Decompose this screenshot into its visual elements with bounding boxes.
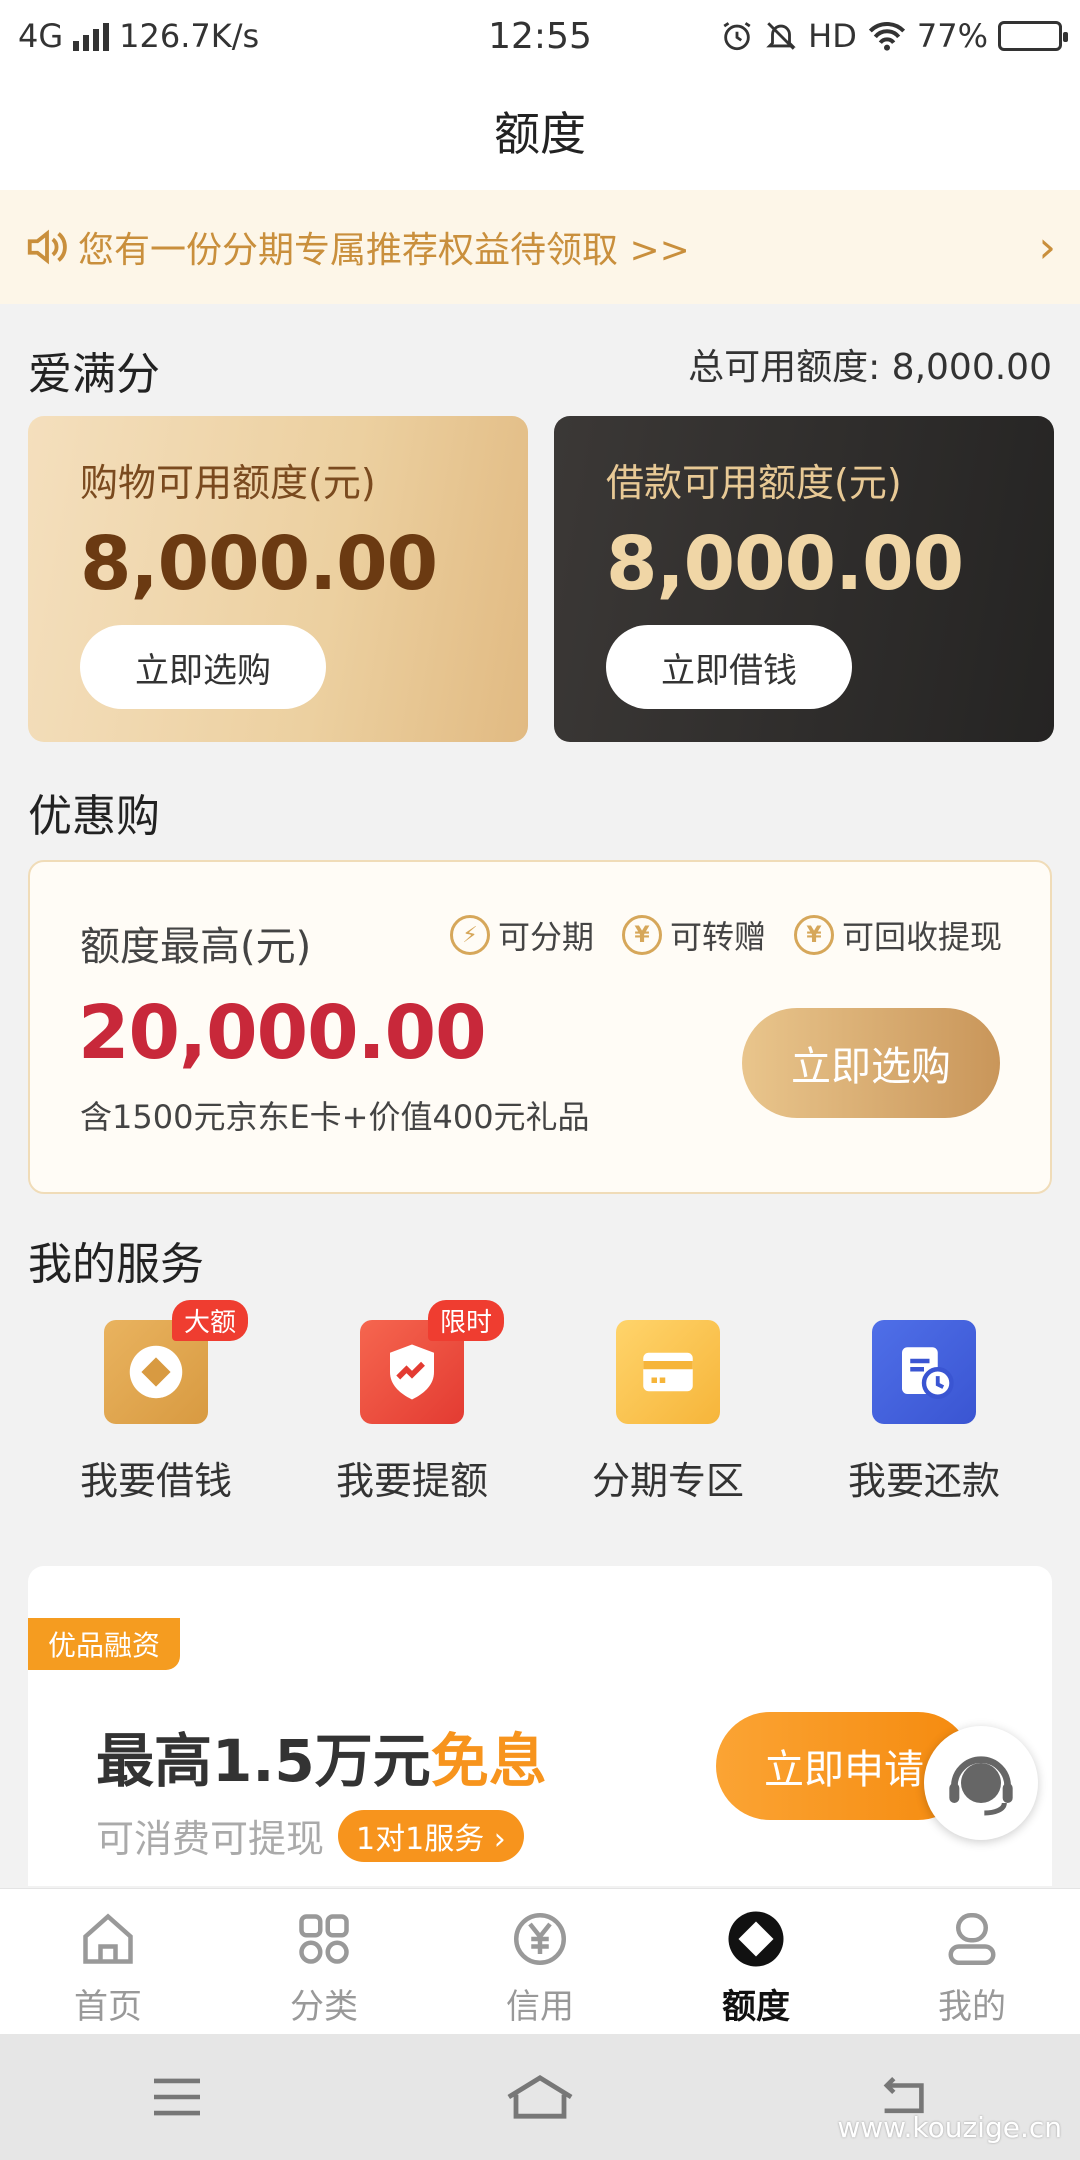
service-raise-limit[interactable]: 限时 我要提额 [297,1300,527,1505]
loan-credit-label: 借款可用额度(元) [606,461,902,505]
tab-label: 信用 [506,1987,574,2027]
notice-text: 您有一份分期专属推荐权益待领取 >> [78,230,690,271]
service-label: 我要还款 [847,1459,1000,1503]
service-pill[interactable]: 1对1服务 › [338,1809,524,1862]
tab-category[interactable]: 分类 [216,1889,432,2034]
promo-card[interactable]: 额度最高(元) ⚡ 可分期 ¥ 可转赠 ¥ 可回收提现 20,000.00 含1500… [28,860,1052,1194]
wifi-icon [868,22,905,51]
page-title: 额度 [494,107,586,161]
tab-label: 我的 [938,1987,1006,2027]
tab-label: 首页 [74,1987,142,2027]
service-label: 分期专区 [591,1459,744,1503]
page-header: 额度 [0,72,1080,190]
headset-icon [949,1756,1013,1816]
ad-subtitle: 可消费可提现 1对1服务 › [96,1808,524,1863]
services-section-title: 我的服务 [28,1239,204,1290]
shopping-credit-amount: 8,000.00 [80,521,438,607]
mute-bell-icon [766,22,796,50]
customer-service-button[interactable] [924,1726,1038,1840]
promo-tag: ¥ 可回收提现 [793,912,1002,958]
tab-home[interactable]: 首页 [0,1889,216,2034]
promo-tag: ¥ 可转赠 [621,912,766,958]
tab-label: 分类 [290,1987,358,2027]
battery-icon [998,21,1068,51]
ad-tag: 优品融资 [28,1618,181,1670]
network-type: 4G [18,17,64,55]
yuan-coin-icon: ¥ [793,915,834,955]
service-borrow[interactable]: 大额 我要借钱 [41,1300,271,1505]
promo-section-title: 优惠购 [28,791,160,842]
shop-now-button[interactable]: 立即选购 [80,625,326,709]
bottom-tab-bar: 首页 分类 信用 额度 我的 [0,1888,1080,2034]
status-right: HD 77% [720,17,1068,55]
promo-tag-label: 可分期 [497,918,594,956]
speaker-icon [27,229,67,265]
person-icon [940,1907,1004,1971]
service-badge: 限时 [427,1300,504,1341]
loan-credit-amount: 8,000.00 [606,521,964,607]
promo-max-label: 额度最高(元) [80,924,312,970]
promo-subtitle: 含1500元京东E卡+价值400元礼品 [80,1098,590,1136]
chevron-right-icon: › [1038,221,1056,273]
promo-tags: ⚡ 可分期 ¥ 可转赠 ¥ 可回收提现 [449,912,1002,958]
service-label: 我要提额 [335,1459,488,1503]
promo-tag-label: 可转赠 [669,918,766,956]
network-speed: 126.7K/s [119,17,260,55]
promo-amount: 20,000.00 [78,990,487,1076]
notice-bar[interactable]: 您有一份分期专属推荐权益待领取 >> › [0,190,1080,304]
hd-indicator: HD [808,17,857,55]
ad-title-highlight: 免息 [430,1727,547,1795]
shopping-credit-card: 购物可用额度(元) 8,000.00 立即选购 [28,416,528,742]
battery-percent: 77% [916,17,988,55]
transfer-coin-icon: ¥ [621,915,662,955]
borrow-icon: 大额 [104,1300,248,1424]
grid-icon [292,1907,356,1971]
alarm-icon [723,22,751,51]
loan-credit-card: 借款可用额度(元) 8,000.00 立即借钱 [554,416,1054,742]
signal-icon [73,21,110,51]
shield-trend-icon: 限时 [360,1300,504,1424]
ad-title-main: 最高1.5万元 [96,1727,431,1795]
service-installment[interactable]: 分期专区 [553,1320,783,1505]
card-icon [616,1320,720,1424]
total-available-credit: 总可用额度: 8,000.00 [688,347,1052,388]
service-label: 我要借钱 [79,1459,232,1503]
ad-title: 最高1.5万元免息 [96,1714,547,1798]
home-icon [76,1907,140,1971]
promo-tag: ⚡ 可分期 [449,912,594,958]
tab-credit[interactable]: 信用 [432,1889,648,2034]
ad-subtitle-text: 可消费可提现 [96,1817,325,1861]
status-bar: 4G 126.7K/s 12:55 HD 77% [0,0,1080,72]
system-nav-bar: www.kouzige.cn [0,2034,1080,2160]
service-repay[interactable]: 我要还款 [809,1320,1039,1505]
tab-quota[interactable]: 额度 [648,1889,864,2034]
services-grid: 大额 我要借钱 限时 我要提额 分期专区 我要还款 [28,1300,1052,1505]
promo-shop-button[interactable]: 立即选购 [742,1008,1000,1118]
yuan-icon [508,1907,572,1971]
tab-mine[interactable]: 我的 [864,1889,1080,2034]
bill-clock-icon [872,1320,976,1424]
tab-label: 额度 [722,1987,790,2027]
financing-ad-card[interactable]: 优品融资 最高1.5万元免息 可消费可提现 1对1服务 › 立即申请 [28,1566,1052,1886]
status-left: 4G 126.7K/s [18,17,259,55]
service-badge: 大额 [171,1300,248,1341]
lightning-coin-icon: ⚡ [449,915,490,955]
borrow-now-button[interactable]: 立即借钱 [606,625,852,709]
shopping-credit-label: 购物可用额度(元) [80,461,376,505]
home-nav-icon[interactable] [504,2072,576,2122]
diamond-icon [724,1907,788,1971]
menu-icon[interactable] [149,2074,205,2120]
promo-tag-label: 可回收提现 [841,918,1002,956]
credit-section-title: 爱满分 [28,349,160,400]
watermark: www.kouzige.cn [837,2111,1062,2144]
